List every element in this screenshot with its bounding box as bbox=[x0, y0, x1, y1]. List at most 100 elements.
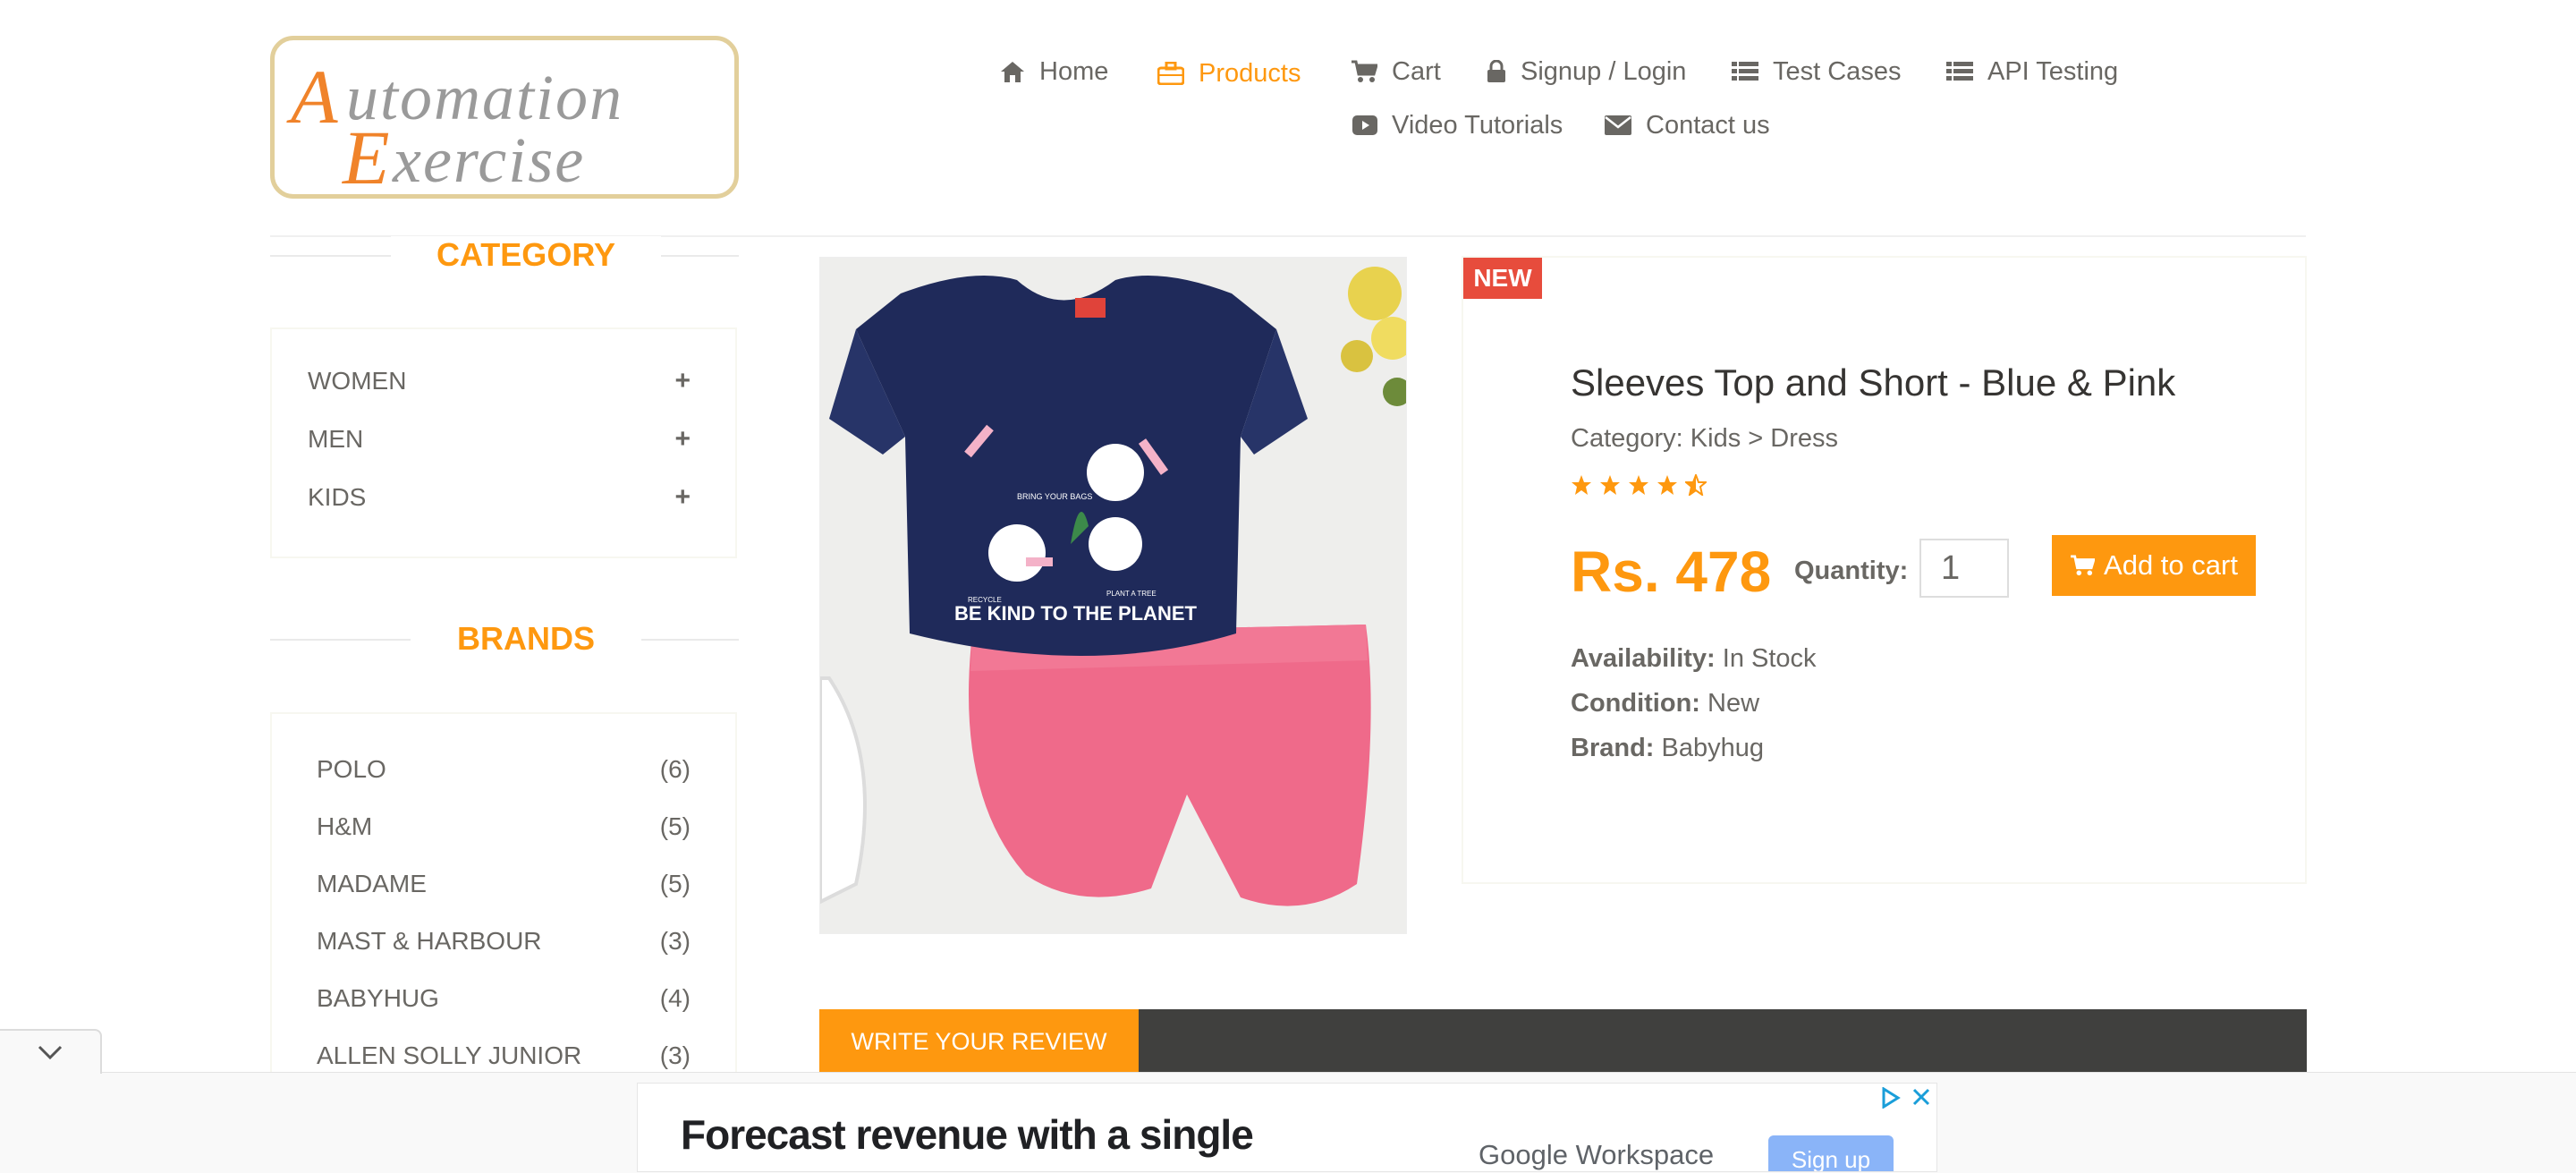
condition-value: New bbox=[1699, 689, 1760, 718]
category-panel: WOMEN + MEN + KIDS + bbox=[270, 327, 737, 558]
briefcase-icon bbox=[1157, 62, 1184, 85]
brand-count: (5) bbox=[659, 812, 691, 840]
brand-count: (3) bbox=[659, 927, 691, 955]
brands-panel: POLO (6) H&M (5) MADAME (5) MAST & HARBO… bbox=[270, 712, 737, 1088]
category-label: MEN bbox=[308, 425, 364, 453]
nav-contact-us-label: Contact us bbox=[1646, 110, 1770, 140]
brand-label: Brand: bbox=[1571, 734, 1655, 762]
nav-contact-us[interactable]: Contact us bbox=[1605, 107, 1770, 143]
brand-item-babyhug[interactable]: BABYHUG (4) bbox=[317, 981, 691, 1016]
availability-value: In Stock bbox=[1715, 644, 1817, 673]
list-icon bbox=[1946, 62, 1973, 81]
close-icon[interactable] bbox=[1911, 1087, 1931, 1107]
logo-initial-a: A bbox=[286, 54, 338, 140]
logo-line2: xercise bbox=[392, 124, 585, 196]
ad-headline: Forecast revenue with a single bbox=[681, 1111, 1254, 1158]
shirt-small-text-1: BRING YOUR BAGS bbox=[1017, 492, 1092, 501]
ad-signup-button[interactable]: Sign up bbox=[1768, 1135, 1894, 1171]
cart-icon bbox=[1352, 60, 1377, 82]
condition-line: Condition: New bbox=[1571, 689, 1759, 718]
ad-collapse-button[interactable] bbox=[0, 1029, 102, 1074]
plus-icon[interactable]: + bbox=[674, 482, 691, 513]
category-item-men[interactable]: MEN + bbox=[308, 421, 691, 457]
category-item-women[interactable]: WOMEN + bbox=[308, 363, 691, 399]
brand-count: (4) bbox=[659, 984, 691, 1012]
add-to-cart-button[interactable]: Add to cart bbox=[2052, 535, 2256, 596]
category-title: CATEGORY bbox=[391, 236, 661, 274]
ad-brand-workspace: Workspace bbox=[1575, 1139, 1715, 1170]
brand-name: MAST & HARBOUR bbox=[317, 927, 542, 955]
brand-item-polo[interactable]: POLO (6) bbox=[317, 752, 691, 787]
brand-item-madame[interactable]: MADAME (5) bbox=[317, 866, 691, 902]
plus-icon[interactable]: + bbox=[674, 366, 691, 396]
site-logo[interactable]: A utomation E xercise bbox=[270, 36, 739, 200]
brand-name: H&M bbox=[317, 812, 373, 840]
nav-video-tutorials-label: Video Tutorials bbox=[1392, 110, 1563, 140]
star-icon bbox=[1600, 475, 1620, 495]
brand-name: MADAME bbox=[317, 870, 427, 897]
category-label: WOMEN bbox=[308, 367, 407, 395]
brand-name: BABYHUG bbox=[317, 984, 439, 1012]
brand-name: POLO bbox=[317, 755, 386, 783]
youtube-play-icon bbox=[1352, 115, 1377, 135]
star-icon bbox=[1629, 475, 1648, 495]
shirt-small-text-2: RECYCLE bbox=[968, 596, 1002, 604]
home-icon bbox=[1001, 62, 1024, 82]
plus-icon[interactable]: + bbox=[674, 424, 691, 455]
brand-count: (6) bbox=[659, 755, 691, 783]
category-item-kids[interactable]: KIDS + bbox=[308, 480, 691, 515]
category-label: KIDS bbox=[308, 483, 367, 511]
ad-controls bbox=[1881, 1087, 1931, 1109]
nav-products[interactable]: Products bbox=[1157, 55, 1301, 91]
brand-name: ALLEN SOLLY JUNIOR bbox=[317, 1041, 582, 1069]
nav-test-cases-label: Test Cases bbox=[1773, 56, 1902, 86]
logo-initial-e: E bbox=[341, 115, 390, 200]
brands-title: BRANDS bbox=[411, 620, 641, 658]
nav-signup-login-label: Signup / Login bbox=[1521, 56, 1687, 86]
brand-item-hm[interactable]: H&M (5) bbox=[317, 809, 691, 845]
brand-value: Babyhug bbox=[1654, 734, 1765, 762]
nav-test-cases[interactable]: Test Cases bbox=[1732, 54, 1901, 89]
star-icon bbox=[1657, 475, 1677, 495]
condition-label: Condition: bbox=[1571, 689, 1700, 718]
nav-signup-login[interactable]: Signup / Login bbox=[1487, 54, 1686, 89]
nav-api-testing-label: API Testing bbox=[1987, 56, 2119, 86]
brand-count: (5) bbox=[659, 870, 691, 897]
brand-line: Brand: Babyhug bbox=[1571, 734, 1764, 763]
new-badge: NEW bbox=[1463, 258, 1542, 299]
list-icon bbox=[1732, 62, 1758, 81]
ad-brand-google: Google bbox=[1479, 1139, 1568, 1170]
adchoices-icon[interactable] bbox=[1881, 1087, 1901, 1109]
envelope-icon bbox=[1605, 115, 1631, 135]
nav-home[interactable]: Home bbox=[1000, 54, 1108, 89]
shirt-slogan: BE KIND TO THE PLANET bbox=[954, 602, 1198, 625]
add-to-cart-label: Add to cart bbox=[2104, 549, 2238, 581]
product-category: Category: Kids > Dress bbox=[1571, 424, 1838, 453]
quantity-input[interactable] bbox=[1919, 539, 2009, 598]
product-name: Sleeves Top and Short - Blue & Pink bbox=[1571, 361, 2176, 404]
product-rating bbox=[1571, 474, 1707, 496]
ad-banner[interactable]: Forecast revenue with a single Google Wo… bbox=[637, 1083, 1937, 1172]
star-icon bbox=[1572, 475, 1591, 495]
brand-item-mast-harbour[interactable]: MAST & HARBOUR (3) bbox=[317, 923, 691, 959]
nav-home-label: Home bbox=[1039, 56, 1109, 86]
quantity-label: Quantity: bbox=[1794, 557, 1909, 585]
logo-graphic: A utomation E xercise bbox=[286, 54, 622, 200]
nav-api-testing[interactable]: API Testing bbox=[1946, 54, 2118, 89]
ad-brand: Google Workspace bbox=[1479, 1139, 1714, 1171]
availability-label: Availability: bbox=[1571, 644, 1716, 673]
half-star-icon bbox=[1685, 474, 1707, 496]
nav-video-tutorials[interactable]: Video Tutorials bbox=[1352, 107, 1563, 143]
nav-cart-label: Cart bbox=[1392, 56, 1441, 86]
nav-cart[interactable]: Cart bbox=[1351, 54, 1441, 89]
chevron-down-icon bbox=[38, 1045, 63, 1060]
product-image: BE KIND TO THE PLANET BRING YOUR BAGS RE… bbox=[819, 257, 1407, 934]
availability-line: Availability: In Stock bbox=[1571, 644, 1817, 674]
brand-item-allen-solly-junior[interactable]: ALLEN SOLLY JUNIOR (3) bbox=[317, 1038, 691, 1074]
brand-count: (3) bbox=[659, 1041, 691, 1069]
tab-write-your-review[interactable]: WRITE YOUR REVIEW bbox=[819, 1009, 1139, 1074]
product-price: Rs. 478 bbox=[1571, 540, 1772, 604]
shirt-small-text-3: PLANT A TREE bbox=[1106, 590, 1157, 598]
nav-products-label: Products bbox=[1199, 58, 1301, 88]
lock-icon bbox=[1487, 60, 1505, 82]
